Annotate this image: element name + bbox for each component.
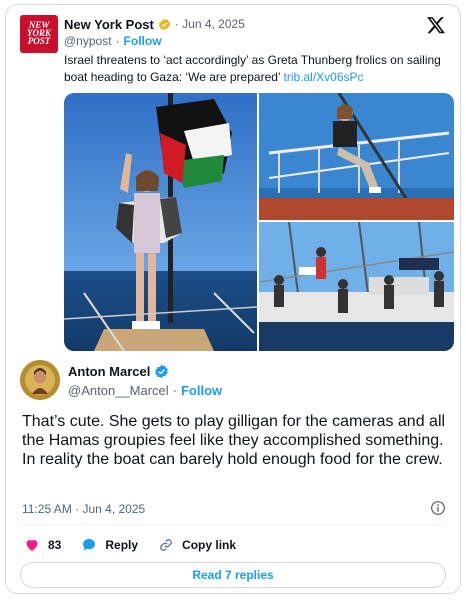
quoted-post-text: Israel threatens to ‘act accordingly’ as… bbox=[64, 52, 444, 86]
reply-handle[interactable]: @Anton__Marcel bbox=[68, 383, 169, 398]
photo-greta-bowsprit[interactable] bbox=[259, 93, 454, 220]
blue-verified-badge-icon bbox=[155, 364, 169, 379]
info-icon[interactable] bbox=[430, 500, 446, 516]
reply-button[interactable]: Reply bbox=[81, 537, 138, 553]
photo-greta-flag[interactable] bbox=[64, 93, 257, 351]
separator-dot: · bbox=[172, 383, 177, 398]
gold-verified-badge-icon bbox=[158, 18, 170, 30]
reply-author-name[interactable]: Anton Marcel bbox=[68, 364, 150, 379]
reply-handle-row: @Anton__Marcel · Follow bbox=[68, 383, 222, 398]
quoted-post-link[interactable]: trib.al/Xv06sPc bbox=[283, 70, 363, 84]
reply-timestamp[interactable]: 11:25 AM · Jun 4, 2025 bbox=[22, 502, 145, 516]
avatar-image bbox=[20, 360, 60, 400]
copy-link-button[interactable]: Copy link bbox=[158, 537, 236, 553]
like-button[interactable]: 83 bbox=[24, 537, 61, 553]
heart-icon bbox=[26, 540, 38, 551]
quoted-follow-button[interactable]: Follow bbox=[124, 34, 162, 48]
quoted-post-date[interactable]: · Jun 4, 2025 bbox=[175, 17, 245, 31]
quoted-post-body: Israel threatens to ‘act accordingly’ as… bbox=[64, 53, 441, 84]
link-icon bbox=[160, 539, 172, 551]
copy-link-label: Copy link bbox=[182, 538, 237, 552]
reply-author-row: Anton Marcel bbox=[68, 364, 169, 379]
speech-bubble-icon bbox=[83, 539, 96, 551]
photo-grid[interactable] bbox=[64, 93, 454, 351]
reply-post-text: That’s cute. She gets to play gilligan f… bbox=[22, 413, 446, 468]
reply-label: Reply bbox=[105, 538, 139, 552]
quoted-author-row: New York Post · Jun 4, 2025 bbox=[64, 15, 245, 33]
quoted-handle[interactable]: @nypost bbox=[64, 34, 112, 48]
nypost-logo[interactable]: NEW YORK POST bbox=[20, 15, 58, 53]
x-logo-icon[interactable] bbox=[426, 15, 446, 35]
like-count: 83 bbox=[48, 538, 62, 552]
quoted-author-name[interactable]: New York Post bbox=[64, 17, 154, 32]
embedded-tweet-card: NEW YORK POST New York Post · Jun 4, 202… bbox=[5, 4, 461, 594]
avatar[interactable] bbox=[20, 360, 60, 400]
photo-crew-on-deck[interactable] bbox=[259, 222, 454, 351]
separator-dot: · bbox=[115, 34, 120, 48]
read-replies-button[interactable]: Read 7 replies bbox=[20, 562, 446, 588]
divider bbox=[20, 524, 446, 525]
quoted-handle-row: @nypost · Follow bbox=[64, 34, 162, 48]
logo-line-3: POST bbox=[27, 36, 51, 46]
reply-follow-button[interactable]: Follow bbox=[181, 383, 222, 398]
action-bar: 83 Reply Copy link bbox=[24, 535, 236, 555]
